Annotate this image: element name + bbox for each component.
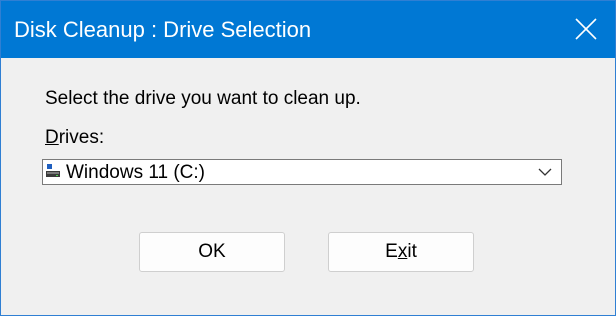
window-title: Disk Cleanup : Drive Selection <box>14 17 312 42</box>
drives-label-mnemonic: D <box>45 127 59 148</box>
drive-icon <box>46 164 60 177</box>
exit-label-start: E <box>385 241 398 262</box>
exit-button[interactable]: Exit <box>328 232 474 272</box>
close-button[interactable] <box>559 1 615 58</box>
title-bar: Disk Cleanup : Drive Selection <box>1 1 615 58</box>
drives-label: Drives: <box>45 126 104 150</box>
drive-dropdown[interactable]: Windows 11 (C:) <box>42 159 562 185</box>
chevron-down-icon <box>538 168 552 176</box>
instruction-text: Select the drive you want to clean up. <box>45 88 361 109</box>
ok-button[interactable]: OK <box>139 232 285 272</box>
disk-cleanup-dialog: Disk Cleanup : Drive Selection Select th… <box>0 0 616 316</box>
exit-label-end: it <box>407 241 417 262</box>
exit-label-mnemonic: x <box>397 241 408 262</box>
close-icon <box>575 18 597 40</box>
drives-label-rest: rives: <box>58 127 105 148</box>
selected-drive-value: Windows 11 (C:) <box>66 162 206 183</box>
